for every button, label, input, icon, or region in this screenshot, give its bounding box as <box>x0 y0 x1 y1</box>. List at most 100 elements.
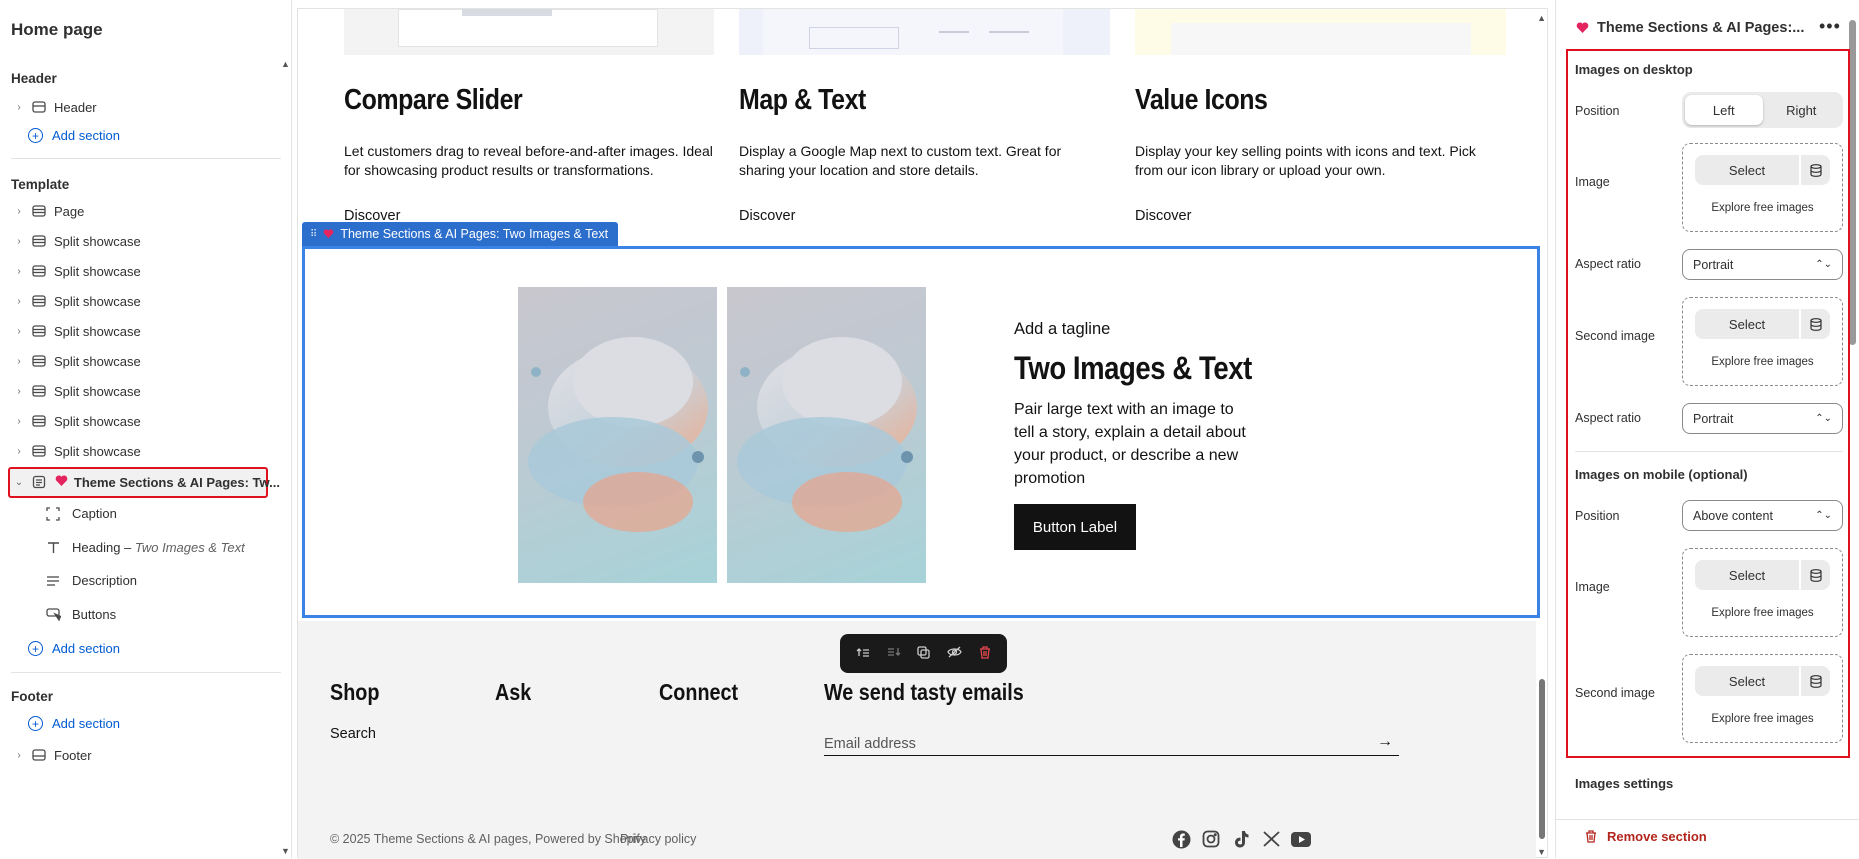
block-heading[interactable]: Heading – Two Images & Text <box>44 540 245 555</box>
explore-free-images-link[interactable]: Explore free images <box>1683 202 1842 214</box>
section-icon <box>31 354 47 368</box>
divider <box>11 672 281 673</box>
add-section-label: Add section <box>52 716 120 731</box>
privacy-link[interactable]: Privacy policy <box>620 832 696 846</box>
instagram-icon[interactable] <box>1200 828 1222 850</box>
scroll-down-icon[interactable]: ▼ <box>281 846 290 856</box>
footer-group-label: Footer <box>11 689 53 704</box>
footer-link-search[interactable]: Search <box>330 726 376 742</box>
block-label: Caption <box>72 506 117 521</box>
section-label-tab[interactable]: ⠿ Theme Sections & AI Pages: Two Images … <box>302 222 619 246</box>
block-caption[interactable]: Caption <box>44 506 117 521</box>
chevron-right-icon[interactable]: › <box>13 296 25 307</box>
database-icon[interactable] <box>1801 155 1830 185</box>
position-left-option[interactable]: Left <box>1685 95 1763 125</box>
add-section-label: Add section <box>52 128 120 143</box>
sidebar-item-template[interactable]: › Split showcase <box>0 407 280 435</box>
sidebar-item-template[interactable]: › Split showcase <box>0 287 280 315</box>
drag-handle-icon[interactable]: ⠿ <box>310 229 317 240</box>
chevron-down-icon[interactable]: ⌄ <box>13 477 25 488</box>
canvas-scrollbar[interactable] <box>1539 679 1545 839</box>
add-section-template[interactable]: + Add section <box>28 641 120 656</box>
sidebar-item-label: Split showcase <box>54 263 141 279</box>
block-label: Heading – <box>72 540 132 555</box>
footer-heading-connect: Connect <box>659 679 739 705</box>
mobile-image-label: Image <box>1575 580 1610 594</box>
sidebar-item-footer[interactable]: › Footer <box>0 741 280 769</box>
select-image-button[interactable]: Select <box>1695 309 1799 339</box>
select-image-button[interactable]: Select <box>1695 666 1799 696</box>
sidebar-item-label: Split showcase <box>54 293 141 309</box>
sidebar-item-template[interactable]: › Split showcase <box>0 317 280 345</box>
card-title: Compare Slider <box>344 84 523 116</box>
explore-free-images-link[interactable]: Explore free images <box>1683 713 1842 725</box>
chevron-right-icon[interactable]: › <box>13 386 25 397</box>
placeholder-image-2 <box>727 287 926 583</box>
sidebar-item-label: Footer <box>54 747 92 763</box>
email-input[interactable]: Email address <box>824 736 916 752</box>
sidebar-item-theme-sections[interactable]: ⌄ Theme Sections & AI Pages: Tw... <box>0 468 280 496</box>
add-section-header[interactable]: + Add section <box>28 128 120 143</box>
card-link[interactable]: Discover <box>1135 208 1191 224</box>
delete-icon[interactable] <box>979 645 991 662</box>
sidebar-item-template[interactable]: › Split showcase <box>0 227 280 255</box>
chevron-right-icon[interactable]: › <box>13 266 25 277</box>
youtube-icon[interactable] <box>1290 828 1312 850</box>
chevron-right-icon[interactable]: › <box>13 416 25 427</box>
section-button[interactable]: Button Label <box>1014 504 1136 550</box>
mobile-images-title: Images on mobile (optional) <box>1575 467 1748 482</box>
chevron-right-icon[interactable]: › <box>13 326 25 337</box>
sidebar-item-template[interactable]: › Split showcase <box>0 437 280 465</box>
move-down-icon[interactable] <box>887 646 901 661</box>
block-description[interactable]: Description <box>44 573 137 588</box>
mobile-image-picker: Select Explore free images <box>1682 548 1843 637</box>
chevron-right-icon[interactable]: › <box>13 102 25 113</box>
panel-scrollbar[interactable] <box>1849 20 1856 345</box>
arrow-right-icon[interactable]: → <box>1377 733 1393 751</box>
chevron-right-icon[interactable]: › <box>13 446 25 457</box>
add-section-footer[interactable]: + Add section <box>28 716 120 731</box>
mobile-position-label: Position <box>1575 509 1620 523</box>
chevron-right-icon[interactable]: › <box>13 236 25 247</box>
sidebar-item-template[interactable]: › Split showcase <box>0 257 280 285</box>
database-icon[interactable] <box>1801 666 1830 696</box>
chevron-right-icon[interactable]: › <box>13 750 25 761</box>
position-right-option[interactable]: Right <box>1763 95 1841 125</box>
image-label: Image <box>1575 175 1610 189</box>
sidebar-item-template[interactable]: › Page <box>0 197 280 225</box>
heart-icon <box>55 474 68 490</box>
move-up-icon[interactable] <box>856 646 870 661</box>
block-buttons[interactable]: Buttons <box>44 607 116 622</box>
card-link[interactable]: Discover <box>739 208 795 224</box>
remove-section-button[interactable]: Remove section <box>1585 829 1707 844</box>
facebook-icon[interactable] <box>1170 828 1192 850</box>
sidebar-item-template[interactable]: › Split showcase <box>0 347 280 375</box>
second-aspect-ratio-select[interactable]: Portrait ⌃⌄ <box>1682 403 1843 434</box>
select-image-button[interactable]: Select <box>1695 155 1799 185</box>
aspect-ratio-select[interactable]: Portrait ⌃⌄ <box>1682 249 1843 280</box>
aspect-ratio-label: Aspect ratio <box>1575 411 1642 425</box>
explore-free-images-link[interactable]: Explore free images <box>1683 607 1842 619</box>
scroll-up-icon[interactable]: ▲ <box>281 59 290 69</box>
sidebar-item-header[interactable]: › Header <box>0 93 280 121</box>
section-icon <box>31 264 47 278</box>
database-icon[interactable] <box>1801 309 1830 339</box>
chevron-right-icon[interactable]: › <box>13 356 25 367</box>
select-image-button[interactable]: Select <box>1695 560 1799 590</box>
duplicate-icon[interactable] <box>917 645 931 662</box>
hide-icon[interactable] <box>947 646 962 661</box>
mobile-position-select[interactable]: Above content ⌃⌄ <box>1682 500 1843 531</box>
x-icon[interactable] <box>1260 828 1282 850</box>
chevron-right-icon[interactable]: › <box>13 206 25 217</box>
scroll-up-icon[interactable]: ▲ <box>1537 13 1546 23</box>
scroll-down-icon[interactable]: ▼ <box>1537 847 1546 857</box>
tiktok-icon[interactable] <box>1230 828 1252 850</box>
heart-icon <box>323 229 334 239</box>
database-icon[interactable] <box>1801 560 1830 590</box>
sidebar-item-label: Split showcase <box>54 353 141 369</box>
explore-free-images-link[interactable]: Explore free images <box>1683 356 1842 368</box>
sidebar-item-template[interactable]: › Split showcase <box>0 377 280 405</box>
remove-section-label: Remove section <box>1607 829 1707 844</box>
desktop-images-title: Images on desktop <box>1575 62 1693 77</box>
more-options-icon[interactable]: ••• <box>1819 16 1841 37</box>
